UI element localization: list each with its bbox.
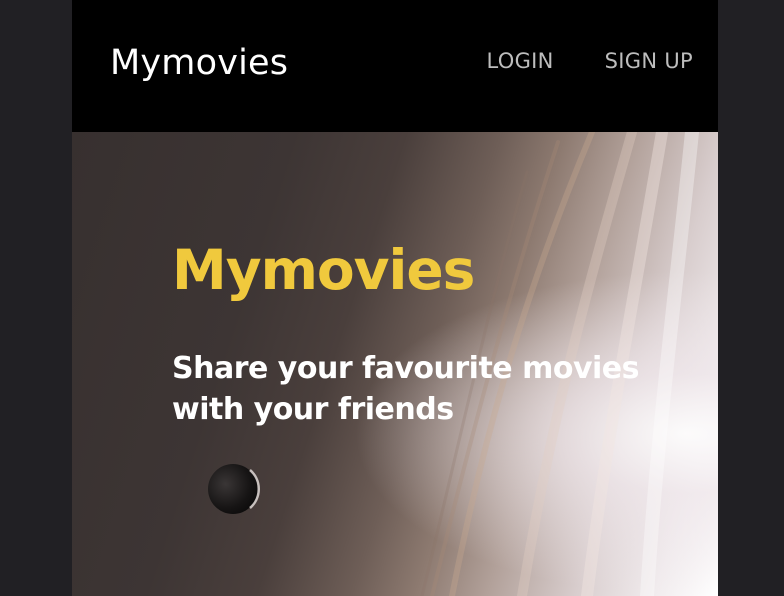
- hero-banner: Mymovies Share your favourite movies wit…: [72, 132, 718, 596]
- login-link[interactable]: LOGIN: [487, 44, 554, 78]
- signup-link[interactable]: SIGN UP: [605, 44, 693, 78]
- page: Mymovies LOGIN SIGN UP Mymovies Share yo…: [72, 0, 718, 596]
- hero-subtitle: Share your favourite movies with your fr…: [172, 351, 640, 427]
- brand-logo[interactable]: Mymovies: [110, 40, 288, 86]
- navbar: Mymovies LOGIN SIGN UP: [72, 0, 718, 132]
- hero-title: Mymovies: [172, 238, 475, 302]
- nav-links: LOGIN SIGN UP: [487, 44, 693, 78]
